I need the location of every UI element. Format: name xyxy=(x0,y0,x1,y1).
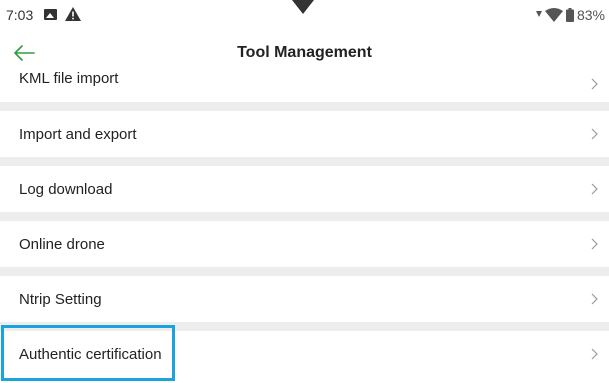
menu-item-ntrip-setting[interactable]: Ntrip Setting xyxy=(0,276,609,322)
status-bar: 7:03 83% xyxy=(0,0,609,30)
battery-icon xyxy=(565,8,574,22)
menu-item-label: KML file import xyxy=(19,70,119,87)
chevron-right-icon xyxy=(591,348,598,360)
menu-item-label: Ntrip Setting xyxy=(19,291,102,308)
status-right-group: 83% xyxy=(535,6,605,24)
battery-percent: 83% xyxy=(576,7,605,23)
menu-item-kml-import[interactable]: KML file import xyxy=(0,70,609,102)
image-icon xyxy=(44,9,57,20)
signal-icon xyxy=(535,11,542,17)
menu-item-authentic-certification[interactable]: Authentic certification xyxy=(0,331,609,383)
menu-item-label: Import and export xyxy=(19,126,137,143)
chevron-right-icon xyxy=(591,293,598,305)
menu-item-label: Authentic certification xyxy=(19,346,162,363)
menu-item-label: Log download xyxy=(19,181,113,198)
notch-indicator xyxy=(292,0,314,14)
menu-item-import-export[interactable]: Import and export xyxy=(0,111,609,157)
chevron-right-icon xyxy=(591,238,598,250)
menu-item-online-drone[interactable]: Online drone xyxy=(0,221,609,267)
menu-item-label: Online drone xyxy=(19,236,105,253)
chevron-right-icon xyxy=(591,183,598,195)
chevron-right-icon xyxy=(591,128,598,140)
status-time: 7:03 xyxy=(6,7,34,23)
chevron-right-icon xyxy=(591,78,598,90)
warning-icon xyxy=(65,7,81,21)
menu-item-log-download[interactable]: Log download xyxy=(0,166,609,212)
page-title: Tool Management xyxy=(237,44,372,61)
wifi-icon xyxy=(544,8,563,22)
